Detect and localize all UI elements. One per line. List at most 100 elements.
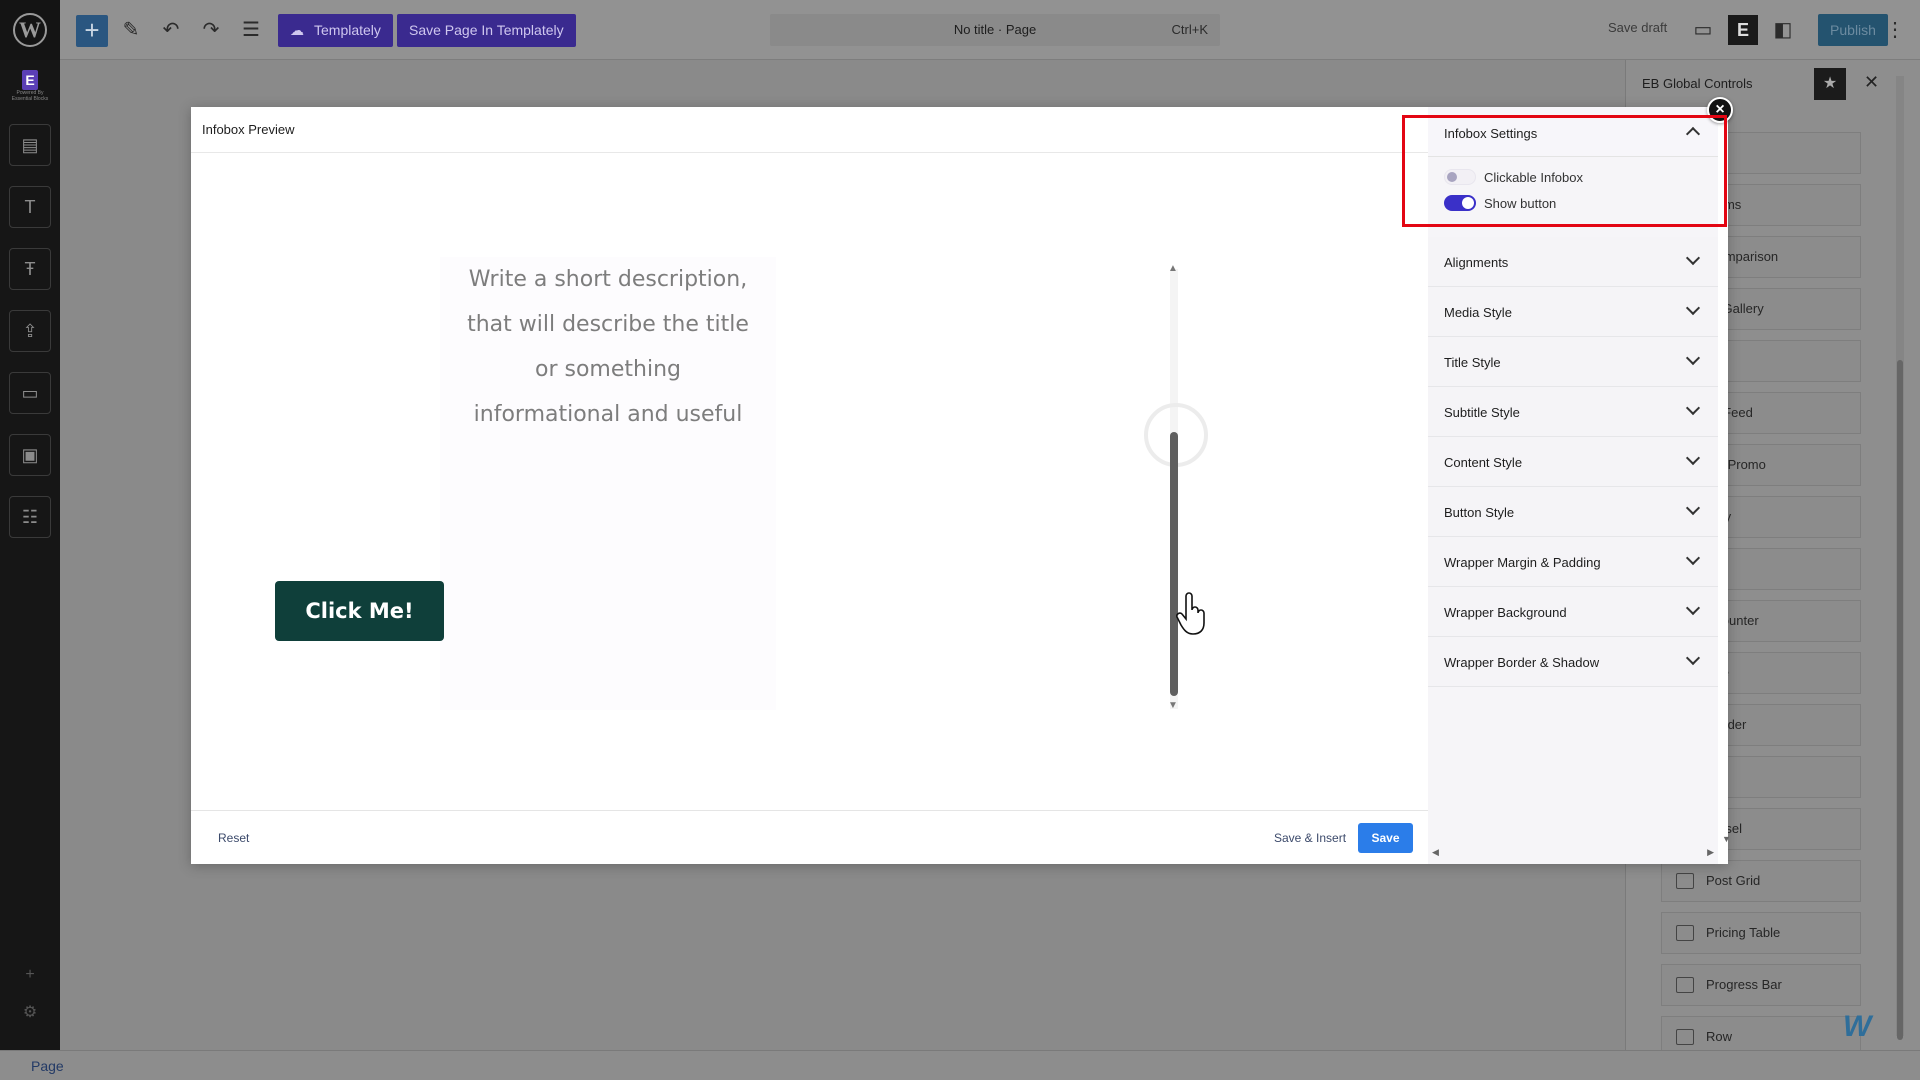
settings-section-label: Media Style bbox=[1444, 305, 1512, 320]
publish-button[interactable]: Publish bbox=[1818, 14, 1888, 46]
modal-footer: Reset Save & Insert Save bbox=[191, 810, 1428, 864]
chevron-down-icon bbox=[1685, 600, 1701, 616]
editor-toolbar: W + ✎ ↶ ↷ ☰ ☁ Templately Save Page In Te… bbox=[0, 0, 1920, 60]
save-button[interactable]: Save bbox=[1358, 823, 1413, 853]
chevron-down-icon bbox=[1685, 500, 1701, 516]
chevron-down-icon bbox=[1685, 300, 1701, 316]
toggle-switch[interactable] bbox=[1444, 195, 1476, 211]
settings-horizontal-scrollbar[interactable]: ◀ ▶ bbox=[1432, 847, 1714, 861]
device-preview-icon[interactable]: ▭ bbox=[1688, 15, 1718, 45]
block-panel-item[interactable]: Progress Bar bbox=[1661, 964, 1861, 1006]
save-draft-button[interactable]: Save draft bbox=[1608, 20, 1667, 35]
settings-sidebar-icon[interactable]: ◧ bbox=[1768, 15, 1798, 45]
settings-section-label: Title Style bbox=[1444, 355, 1501, 370]
sidebar-tool-heading-icon[interactable]: Ŧ bbox=[9, 248, 51, 290]
block-panel-item-label: Progress Bar bbox=[1706, 977, 1782, 992]
infobox-preview-modal: Infobox Preview Write a short descriptio… bbox=[191, 97, 1733, 864]
chevron-down-icon bbox=[1685, 650, 1701, 666]
settings-section-row[interactable]: Media Style bbox=[1428, 287, 1718, 337]
slider-up-arrow-icon[interactable]: ▲ bbox=[1168, 263, 1178, 274]
toggle-label: Show button bbox=[1484, 196, 1557, 211]
breadcrumb[interactable]: Page bbox=[31, 1058, 64, 1074]
settings-section-label: Alignments bbox=[1444, 255, 1509, 270]
settings-section-row[interactable]: Wrapper Border & Shadow bbox=[1428, 637, 1718, 687]
options-menu-icon[interactable]: ⋮ bbox=[1880, 15, 1910, 45]
preview-slider-thumb[interactable] bbox=[1170, 432, 1178, 696]
chevron-down-icon bbox=[1685, 550, 1701, 566]
toggle-knob bbox=[1447, 172, 1457, 182]
sidebar-tool-slider-icon[interactable]: ▤ bbox=[9, 124, 51, 166]
block-panel-item[interactable]: Post Grid bbox=[1661, 860, 1861, 902]
sidebar-add-icon[interactable]: + bbox=[20, 965, 40, 985]
scroll-left-arrow-icon[interactable]: ◀ bbox=[1432, 847, 1439, 858]
block-panel-item-label: Post Grid bbox=[1706, 873, 1761, 888]
star-icon[interactable]: ★ bbox=[1814, 68, 1846, 100]
chevron-up-icon bbox=[1685, 126, 1701, 142]
essential-blocks-sidebar: E Powered By Essential Blocks ▤ T Ŧ ⇪ ▭ ▣… bbox=[0, 60, 60, 1050]
scroll-right-arrow-icon[interactable]: ▶ bbox=[1707, 847, 1714, 858]
block-icon bbox=[1676, 977, 1694, 993]
settings-section-label: Content Style bbox=[1444, 455, 1523, 470]
toggle-knob bbox=[1462, 197, 1474, 209]
document-title-bar[interactable]: No title · Page Ctrl+K bbox=[770, 14, 1220, 46]
redo-icon[interactable]: ↷ bbox=[196, 15, 226, 45]
sidebar-tool-button-icon[interactable]: ▭ bbox=[9, 372, 51, 414]
settings-section-row[interactable]: Title Style bbox=[1428, 337, 1718, 387]
sidebar-tool-form-icon[interactable]: ☷ bbox=[9, 496, 51, 538]
slider-down-arrow-icon[interactable]: ▼ bbox=[1168, 700, 1178, 711]
pencil-icon[interactable]: ✎ bbox=[116, 15, 146, 45]
templately-cloud-icon: ☁ bbox=[290, 22, 304, 38]
sidebar-tool-upload-icon[interactable]: ⇪ bbox=[9, 310, 51, 352]
chevron-down-icon bbox=[1685, 350, 1701, 366]
modal-header: Infobox Preview bbox=[191, 107, 1428, 153]
block-panel-scroll-thumb[interactable] bbox=[1897, 360, 1903, 1040]
toggle-switch[interactable] bbox=[1444, 169, 1476, 185]
block-icon bbox=[1676, 925, 1694, 941]
block-panel-item-label: Row bbox=[1706, 1029, 1733, 1044]
chevron-down-icon bbox=[1685, 250, 1701, 266]
settings-section-row[interactable]: Wrapper Margin & Padding bbox=[1428, 537, 1718, 587]
settings-section-row[interactable]: Subtitle Style bbox=[1428, 387, 1718, 437]
settings-section-label: Subtitle Style bbox=[1444, 405, 1520, 420]
watermark-logo: W bbox=[1843, 1010, 1872, 1043]
sidebar-tool-image-icon[interactable]: ▣ bbox=[9, 434, 51, 476]
infobox-description: Write a short description, that will des… bbox=[467, 267, 749, 427]
settings-section-row[interactable]: Alignments bbox=[1428, 237, 1718, 287]
scroll-down-arrow-icon[interactable]: ▼ bbox=[1722, 834, 1731, 844]
infobox-preview-button[interactable]: Click Me! bbox=[275, 581, 444, 641]
block-panel-item[interactable]: Pricing Table bbox=[1661, 912, 1861, 954]
block-icon bbox=[1676, 873, 1694, 889]
block-panel-title: EB Global Controls bbox=[1642, 76, 1753, 91]
settings-section-label: Wrapper Border & Shadow bbox=[1444, 655, 1600, 670]
infobox-settings-header[interactable]: Infobox Settings bbox=[1428, 107, 1718, 157]
reset-button[interactable]: Reset bbox=[218, 831, 249, 845]
modal-close-button[interactable]: × bbox=[1707, 97, 1733, 123]
essential-blocks-icon[interactable]: E bbox=[1728, 15, 1758, 45]
toggle-label: Clickable Infobox bbox=[1484, 170, 1583, 185]
chevron-down-icon bbox=[1685, 450, 1701, 466]
add-block-button[interactable]: + bbox=[76, 15, 108, 47]
settings-section-label: Button Style bbox=[1444, 505, 1515, 520]
settings-section-row[interactable]: Button Style bbox=[1428, 487, 1718, 537]
sidebar-tool-text-icon[interactable]: T bbox=[9, 186, 51, 228]
infobox-settings-title: Infobox Settings bbox=[1444, 126, 1538, 141]
save-insert-button[interactable]: Save & Insert bbox=[1274, 831, 1346, 845]
command-shortcut: Ctrl+K bbox=[1171, 22, 1208, 37]
infobox-settings-panel: Infobox Settings Clickable Infobox Show b… bbox=[1428, 107, 1718, 864]
settings-section-row[interactable]: Content Style bbox=[1428, 437, 1718, 487]
save-page-templately-button[interactable]: Save Page In Templately bbox=[397, 14, 576, 47]
undo-icon[interactable]: ↶ bbox=[156, 15, 186, 45]
settings-section-label: Wrapper Background bbox=[1444, 605, 1567, 620]
chevron-down-icon bbox=[1685, 400, 1701, 416]
close-icon[interactable]: ✕ bbox=[1864, 72, 1879, 93]
settings-section-row[interactable]: Wrapper Background bbox=[1428, 587, 1718, 637]
block-panel-item-label: Pricing Table bbox=[1706, 925, 1781, 940]
modal-title: Infobox Preview bbox=[202, 122, 295, 137]
templately-button[interactable]: ☁ Templately bbox=[278, 14, 393, 47]
document-overview-icon[interactable]: ☰ bbox=[236, 15, 266, 45]
block-icon bbox=[1676, 1029, 1694, 1045]
sidebar-settings-icon[interactable]: ⚙ bbox=[20, 1003, 40, 1023]
infobox-preview-card: Write a short description, that will des… bbox=[440, 257, 776, 710]
wordpress-logo-icon[interactable]: W bbox=[0, 0, 60, 60]
hand-cursor-icon bbox=[1176, 592, 1205, 635]
